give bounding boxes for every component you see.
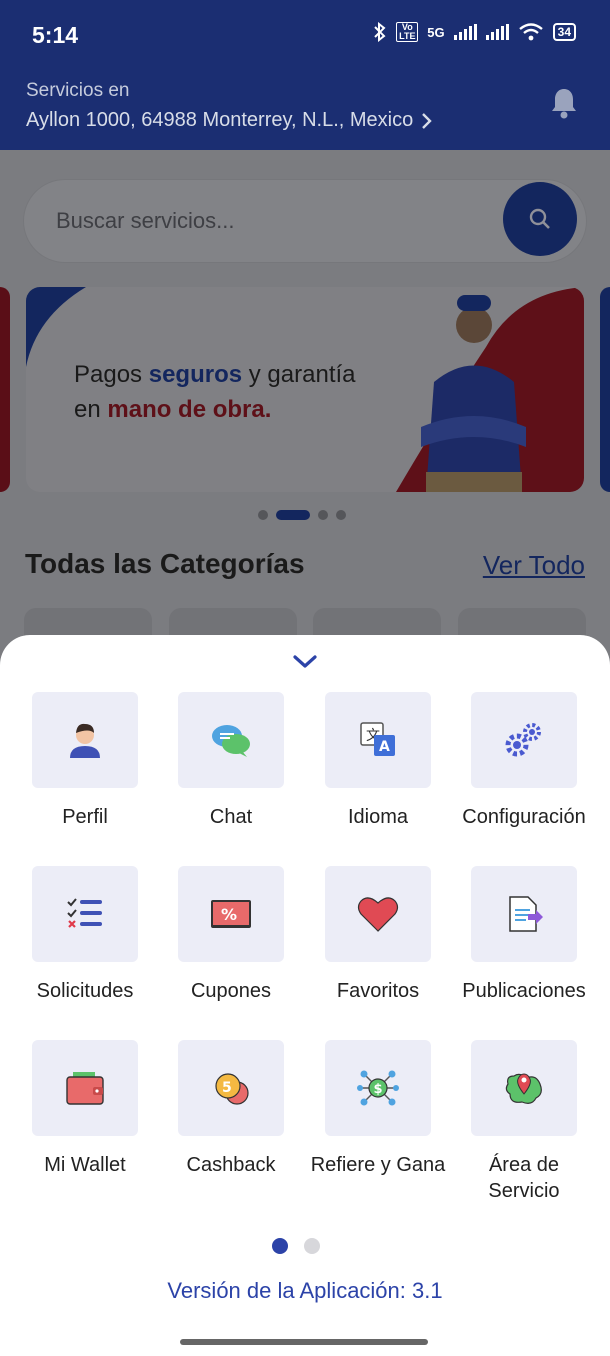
menu-item-tile [32,866,138,962]
search-input[interactable]: Buscar servicios... [56,208,235,234]
banner-next-peek [600,287,610,492]
menu-item-tile: 5 [178,1040,284,1136]
coins-icon: 5 [215,1073,249,1105]
status-time: 5:14 [32,22,79,48]
svg-text:5: 5 [222,1080,232,1096]
menu-item-favoritos[interactable]: Favoritos [305,866,451,1004]
search-button[interactable] [503,182,577,256]
banner-pagination [258,510,346,520]
menu-item-tile [471,692,577,788]
location-selector[interactable]: Ayllon 1000, 64988 Monterrey, N.L., Mexi… [26,109,433,132]
menu-item-label: Configuración [462,806,586,828]
menu-item-label: Mi Wallet [44,1154,126,1176]
wifi-icon [518,23,543,41]
chat-icon [212,725,250,757]
banner-dot-active [276,510,310,520]
banner-dot [258,510,268,520]
signal-icon-2 [485,24,509,40]
svg-text:$: $ [374,1082,383,1097]
menu-item-mi-wallet[interactable]: Mi Wallet [12,1040,158,1178]
wallet-icon [66,1072,104,1105]
page-dot[interactable] [304,1238,320,1254]
menu-item-tile: % [178,866,284,962]
chevron-down-icon[interactable] [291,651,319,671]
menu-item-area-de-servicio[interactable]: Área de Servicio [451,1040,597,1204]
menu-item-chat[interactable]: Chat [158,692,304,830]
banner-highlight-red: mano de obra. [107,396,272,423]
banner-text: Pagos seguros y garantía en mano de obra… [74,357,356,427]
checklist-icon [67,898,102,928]
banner-prev-peek [0,287,10,492]
menu-item-tile [471,1040,577,1136]
chevron-right-icon [422,112,432,129]
menu-item-solicitudes[interactable]: Solicitudes [12,866,158,1004]
menu-item-publicaciones[interactable]: Publicaciones [451,866,597,1004]
language-icon: 文A [360,722,395,756]
volte-icon: Vo LTE [396,22,419,42]
menu-item-idioma[interactable]: 文A Idioma [305,692,451,830]
menu-item-refiere-y-gana[interactable]: $ Refiere y Gana [305,1040,451,1178]
search-icon [529,208,550,229]
map-pin-icon [505,1073,542,1104]
menu-item-tile: 文A [325,692,431,788]
menu-item-label: Chat [209,806,253,828]
menu-item-tile [471,866,577,962]
see-all-link[interactable]: Ver Todo [483,550,585,581]
banner-dot [318,510,328,520]
categories-title: Todas las Categorías [25,548,305,579]
svg-text:%: % [221,905,237,924]
referral-network-icon: $ [357,1070,399,1106]
svg-text:A: A [379,739,390,755]
banner-text-part: y garantía [242,361,356,388]
menu-item-label: Perfil [62,806,108,828]
app-version: Versión de la Aplicación: 3.1 [167,1278,443,1303]
search-bar[interactable]: Buscar servicios... [24,180,586,262]
menu-item-tile: $ [325,1040,431,1136]
menu-bottom-sheet: Perfil Chat 文A Idioma Configuración Soli… [0,635,610,1356]
menu-item-label: Publicaciones [462,980,586,1002]
menu-item-label: Solicitudes [36,980,134,1002]
menu-item-cashback[interactable]: 5 Cashback [158,1040,304,1178]
menu-item-label: Cupones [190,980,272,1002]
menu-item-tile [32,1040,138,1136]
profile-icon [70,723,100,758]
banner-dot [336,510,346,520]
menu-item-label: Cashback [186,1154,276,1176]
menu-item-label: Refiere y Gana [310,1154,446,1176]
menu-item-tile [178,692,284,788]
menu-item-perfil[interactable]: Perfil [12,692,158,830]
home-indicator [180,1339,428,1345]
status-icons: Vo LTE 5G 34 [373,22,576,42]
page-dot-active[interactable] [272,1238,288,1254]
coupon-icon: % [211,900,251,928]
notification-bell-icon[interactable] [550,87,578,119]
location-label: Servicios en [26,80,130,101]
menu-item-label: Favoritos [336,980,420,1002]
menu-item-tile [325,866,431,962]
signal-icon [453,24,477,40]
menu-item-label: Idioma [347,806,409,828]
location-header: Servicios en Ayllon 1000, 64988 Monterre… [0,70,610,150]
menu-pagination [272,1238,320,1254]
menu-item-label: Área de Servicio [488,1154,560,1202]
network-type: 5G [427,24,445,40]
menu-item-cupones[interactable]: % Cupones [158,866,304,1004]
menu-item-tile [32,692,138,788]
battery-icon: 34 [552,23,576,41]
banner-text-part: Pagos [74,361,149,388]
status-bar: 5:14 Vo LTE 5G 34 [0,0,610,70]
location-address: Ayllon 1000, 64988 Monterrey, N.L., Mexi… [26,109,414,131]
menu-item-configuracion[interactable]: Configuración [451,692,597,830]
document-icon [509,896,543,932]
banner-text-part: en [74,396,108,423]
promo-banner[interactable]: Pagos seguros y garantía en mano de obra… [26,287,584,492]
battery-level: 34 [557,25,571,39]
settings-gears-icon [505,723,541,757]
bluetooth-icon [374,22,386,42]
heart-icon [357,897,399,932]
banner-highlight-blue: seguros [148,361,243,388]
